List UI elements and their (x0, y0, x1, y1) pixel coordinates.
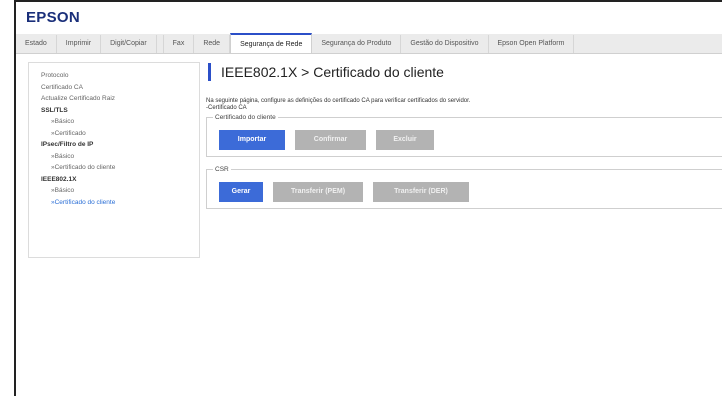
title-accent-bar (208, 63, 211, 81)
sidebar-menu: Protocolo Certificado CA Actualize Certi… (28, 62, 200, 258)
sidebar-section-ipsec: IPsec/Filtro de IP (41, 141, 94, 148)
sidebar-item-ieee-client-certificate[interactable]: »Certificado do cliente (41, 197, 199, 209)
delete-button[interactable]: Excluir (376, 130, 434, 150)
sidebar-item-ieee-basic[interactable]: »Básico (41, 185, 199, 197)
tab-epson-open-platform[interactable]: Epson Open Platform (489, 35, 575, 53)
sidebar-item-ipsec-basic[interactable]: »Básico (41, 151, 199, 163)
download-pem-button[interactable]: Transferir (PEM) (273, 182, 363, 202)
generate-button[interactable]: Gerar (219, 182, 263, 202)
app-frame: EPSON Estado Imprimir Digit/Copiar Fax R… (14, 0, 722, 396)
client-certificate-buttons: Importar Confirmar Excluir (219, 130, 434, 150)
tab-fax[interactable]: Fax (162, 35, 195, 53)
tab-device-management[interactable]: Gestão do Dispositivo (401, 35, 489, 53)
sidebar-item-protocol[interactable]: Protocolo (41, 70, 199, 82)
csr-legend: CSR (213, 166, 231, 174)
page-title-text: IEEE802.1X > Certificado do cliente (221, 64, 444, 80)
client-certificate-legend: Certificado do cliente (213, 114, 278, 122)
tab-print[interactable]: Imprimir (57, 35, 102, 53)
description-ca-certificate: -Certificado CA (206, 105, 247, 111)
sidebar-item-ssl-basic[interactable]: »Básico (41, 116, 199, 128)
page-description: Na seguinte página, configure as definiç… (206, 98, 722, 112)
sidebar-item-ipsec-client-certificate[interactable]: »Certificado do cliente (41, 162, 199, 174)
tab-bar: Estado Imprimir Digit/Copiar Fax Rede Se… (16, 33, 722, 54)
sidebar-section-ieee8021x: IEEE802.1X (41, 175, 77, 183)
main-content: IEEE802.1X > Certificado do cliente Na s… (206, 62, 722, 209)
import-button[interactable]: Importar (219, 130, 285, 150)
tab-scan-copy[interactable]: Digit/Copiar (101, 35, 157, 53)
tab-network[interactable]: Rede (194, 35, 231, 53)
csr-group: CSR Gerar Transferir (PEM) Transferir (D… (206, 166, 722, 209)
page-title: IEEE802.1X > Certificado do cliente (206, 62, 722, 82)
sidebar-section-ssl-tls: SSL/TLS (41, 106, 68, 114)
tab-status[interactable]: Estado (16, 35, 57, 53)
tab-network-security[interactable]: Segurança de Rede (230, 33, 313, 53)
client-certificate-group: Certificado do cliente Importar Confirma… (206, 114, 722, 157)
sidebar-item-ssl-certificate[interactable]: »Certificado (41, 128, 199, 140)
description-line: Na seguinte página, configure as definiç… (206, 98, 471, 104)
tab-product-security[interactable]: Segurança do Produto (312, 35, 402, 53)
sidebar-item-update-root-certificate[interactable]: Actualize Certificado Raiz (41, 93, 199, 105)
download-der-button[interactable]: Transferir (DER) (373, 182, 469, 202)
epson-logo: EPSON (26, 9, 81, 26)
csr-buttons: Gerar Transferir (PEM) Transferir (DER) (219, 182, 469, 202)
sidebar-item-ca-certificate[interactable]: Certificado CA (41, 82, 199, 94)
confirm-button[interactable]: Confirmar (295, 130, 366, 150)
